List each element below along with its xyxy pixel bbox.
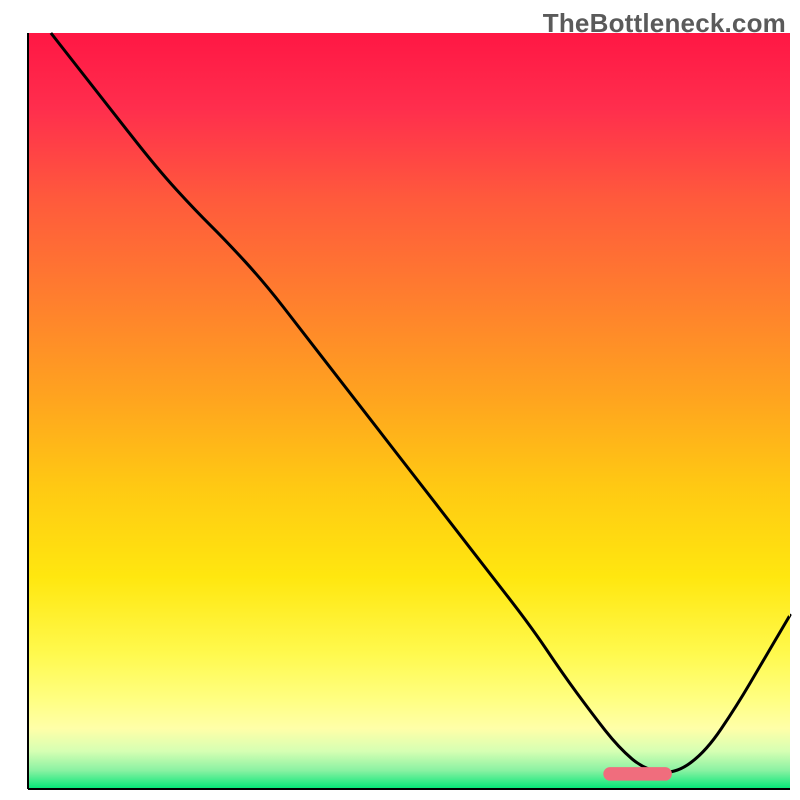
optimum-marker xyxy=(603,767,672,781)
watermark-text: TheBottleneck.com xyxy=(543,8,786,39)
chart-container: TheBottleneck.com xyxy=(0,0,800,800)
plot-background xyxy=(28,33,790,789)
bottleneck-chart xyxy=(0,0,800,800)
